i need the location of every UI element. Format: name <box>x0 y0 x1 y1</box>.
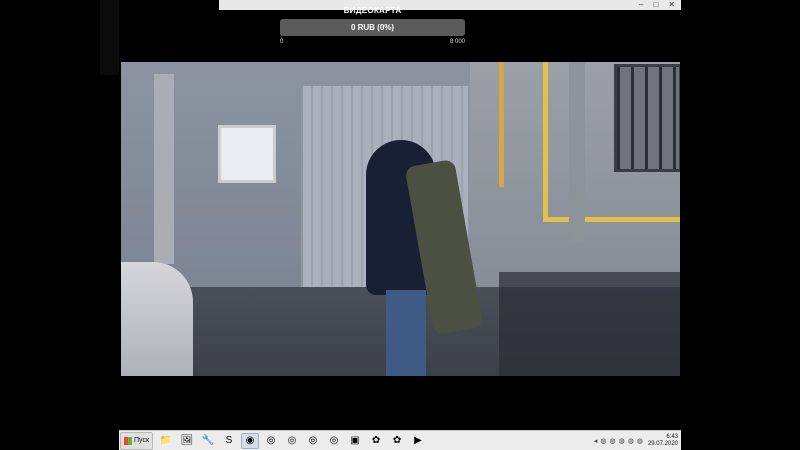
close-button[interactable]: ✕ <box>668 0 675 10</box>
video-shadow <box>499 272 680 376</box>
goal-progress-bar: 0 RUB (0%) <box>280 19 465 36</box>
taskbar-task-chrome-icon[interactable]: ◎ <box>304 433 322 449</box>
taskbar-task-game-icon[interactable]: ✿ <box>388 433 406 449</box>
skype-icon: S <box>225 434 233 446</box>
tray-flag-icon[interactable]: ◍ <box>637 437 643 445</box>
clock-time: 6:43 <box>666 433 678 440</box>
tray-volume-icon[interactable]: ◍ <box>628 437 634 445</box>
game-icon: ✿ <box>371 434 381 446</box>
chrome-icon: ◎ <box>266 434 276 446</box>
video-barred-window <box>614 64 680 172</box>
folder-icon: 📁 <box>159 434 173 446</box>
taskbar-task-tools-icon[interactable]: 🔧 <box>199 433 217 449</box>
taskbar-task-folder-icon[interactable]: 📁 <box>157 433 175 449</box>
media-player-icon: ▶ <box>414 434 422 446</box>
system-tray: ◂ ◍ ◍ ◍ ◍ ◍ 6:43 29.07.2020 <box>594 434 681 448</box>
taskbar-clock[interactable]: 6:43 29.07.2020 <box>648 434 678 448</box>
taskbar-task-media-player-icon[interactable]: ▶ <box>409 433 427 449</box>
taskbar-task-chrome-icon[interactable]: ◎ <box>283 433 301 449</box>
taskbar-task-photo-viewer-icon[interactable]: 🖼 <box>178 433 196 449</box>
video-person-legs <box>386 290 426 376</box>
chrome-icon: ◎ <box>329 434 339 446</box>
taskbar-task-skype-icon[interactable]: S <box>220 433 238 449</box>
taskbar: Пуск 📁 🖼 🔧 S ◉ ◎ ◎ ◎ ◎ ▣ ✿ ✿ ▶ ◂ ◍ ◍ ◍ ◍ ◍ 6:43 29.0… <box>119 430 681 450</box>
chrome-icon: ◎ <box>308 434 318 446</box>
video-notice-board <box>218 125 276 183</box>
start-button[interactable]: Пуск <box>120 431 154 450</box>
goal-scale: 0 8 000 <box>280 39 465 45</box>
tray-network-icon[interactable]: ◍ <box>619 437 625 445</box>
taskbar-task-game-icon[interactable]: ✿ <box>367 433 385 449</box>
windows-logo-icon <box>124 436 132 445</box>
video-frame[interactable] <box>121 62 680 376</box>
video-drainpipe <box>154 74 174 264</box>
goal-scale-min: 0 <box>280 39 284 45</box>
video-yellow-pipe <box>543 62 548 222</box>
taskbar-tasks: 📁 🖼 🔧 S ◉ ◎ ◎ ◎ ◎ ▣ ✿ ✿ ▶ <box>157 432 427 449</box>
taskbar-task-obs-icon[interactable]: ◉ <box>241 432 260 449</box>
game-icon: ✿ <box>392 434 402 446</box>
tray-app-icon[interactable]: ◍ <box>610 437 616 445</box>
start-label: Пуск <box>134 437 150 444</box>
video-car <box>121 262 193 376</box>
goal-scale-max: 8 000 <box>449 39 465 45</box>
image-editor-icon: ▣ <box>350 434 360 446</box>
goal-amount-text: 0 RUB (0%) <box>350 23 395 32</box>
tray-app-icon[interactable]: ◍ <box>600 437 606 445</box>
goal-title: ВИДЕОКАРТА <box>343 6 402 15</box>
maximize-button[interactable]: □ <box>653 0 658 10</box>
tray-expand-icon[interactable]: ◂ <box>594 437 598 445</box>
clock-date: 29.07.2020 <box>647 440 678 447</box>
taskbar-task-chrome-icon[interactable]: ◎ <box>325 433 343 449</box>
video-yellow-pipe <box>543 217 680 222</box>
taskbar-task-image-editor-icon[interactable]: ▣ <box>346 433 364 449</box>
tools-icon: 🔧 <box>201 434 215 446</box>
obs-icon: ◉ <box>245 434 255 446</box>
chrome-icon: ◎ <box>287 434 297 446</box>
taskbar-task-chrome-icon[interactable]: ◎ <box>262 433 280 449</box>
photo-viewer-icon: 🖼 <box>180 434 194 446</box>
video-yellow-pipe <box>499 62 504 187</box>
donation-goal-widget: ВИДЕОКАРТА 0 RUB (0%) 0 8 000 <box>280 6 465 45</box>
video-gas-pipe <box>569 62 585 242</box>
minimize-button[interactable]: – <box>639 0 643 10</box>
